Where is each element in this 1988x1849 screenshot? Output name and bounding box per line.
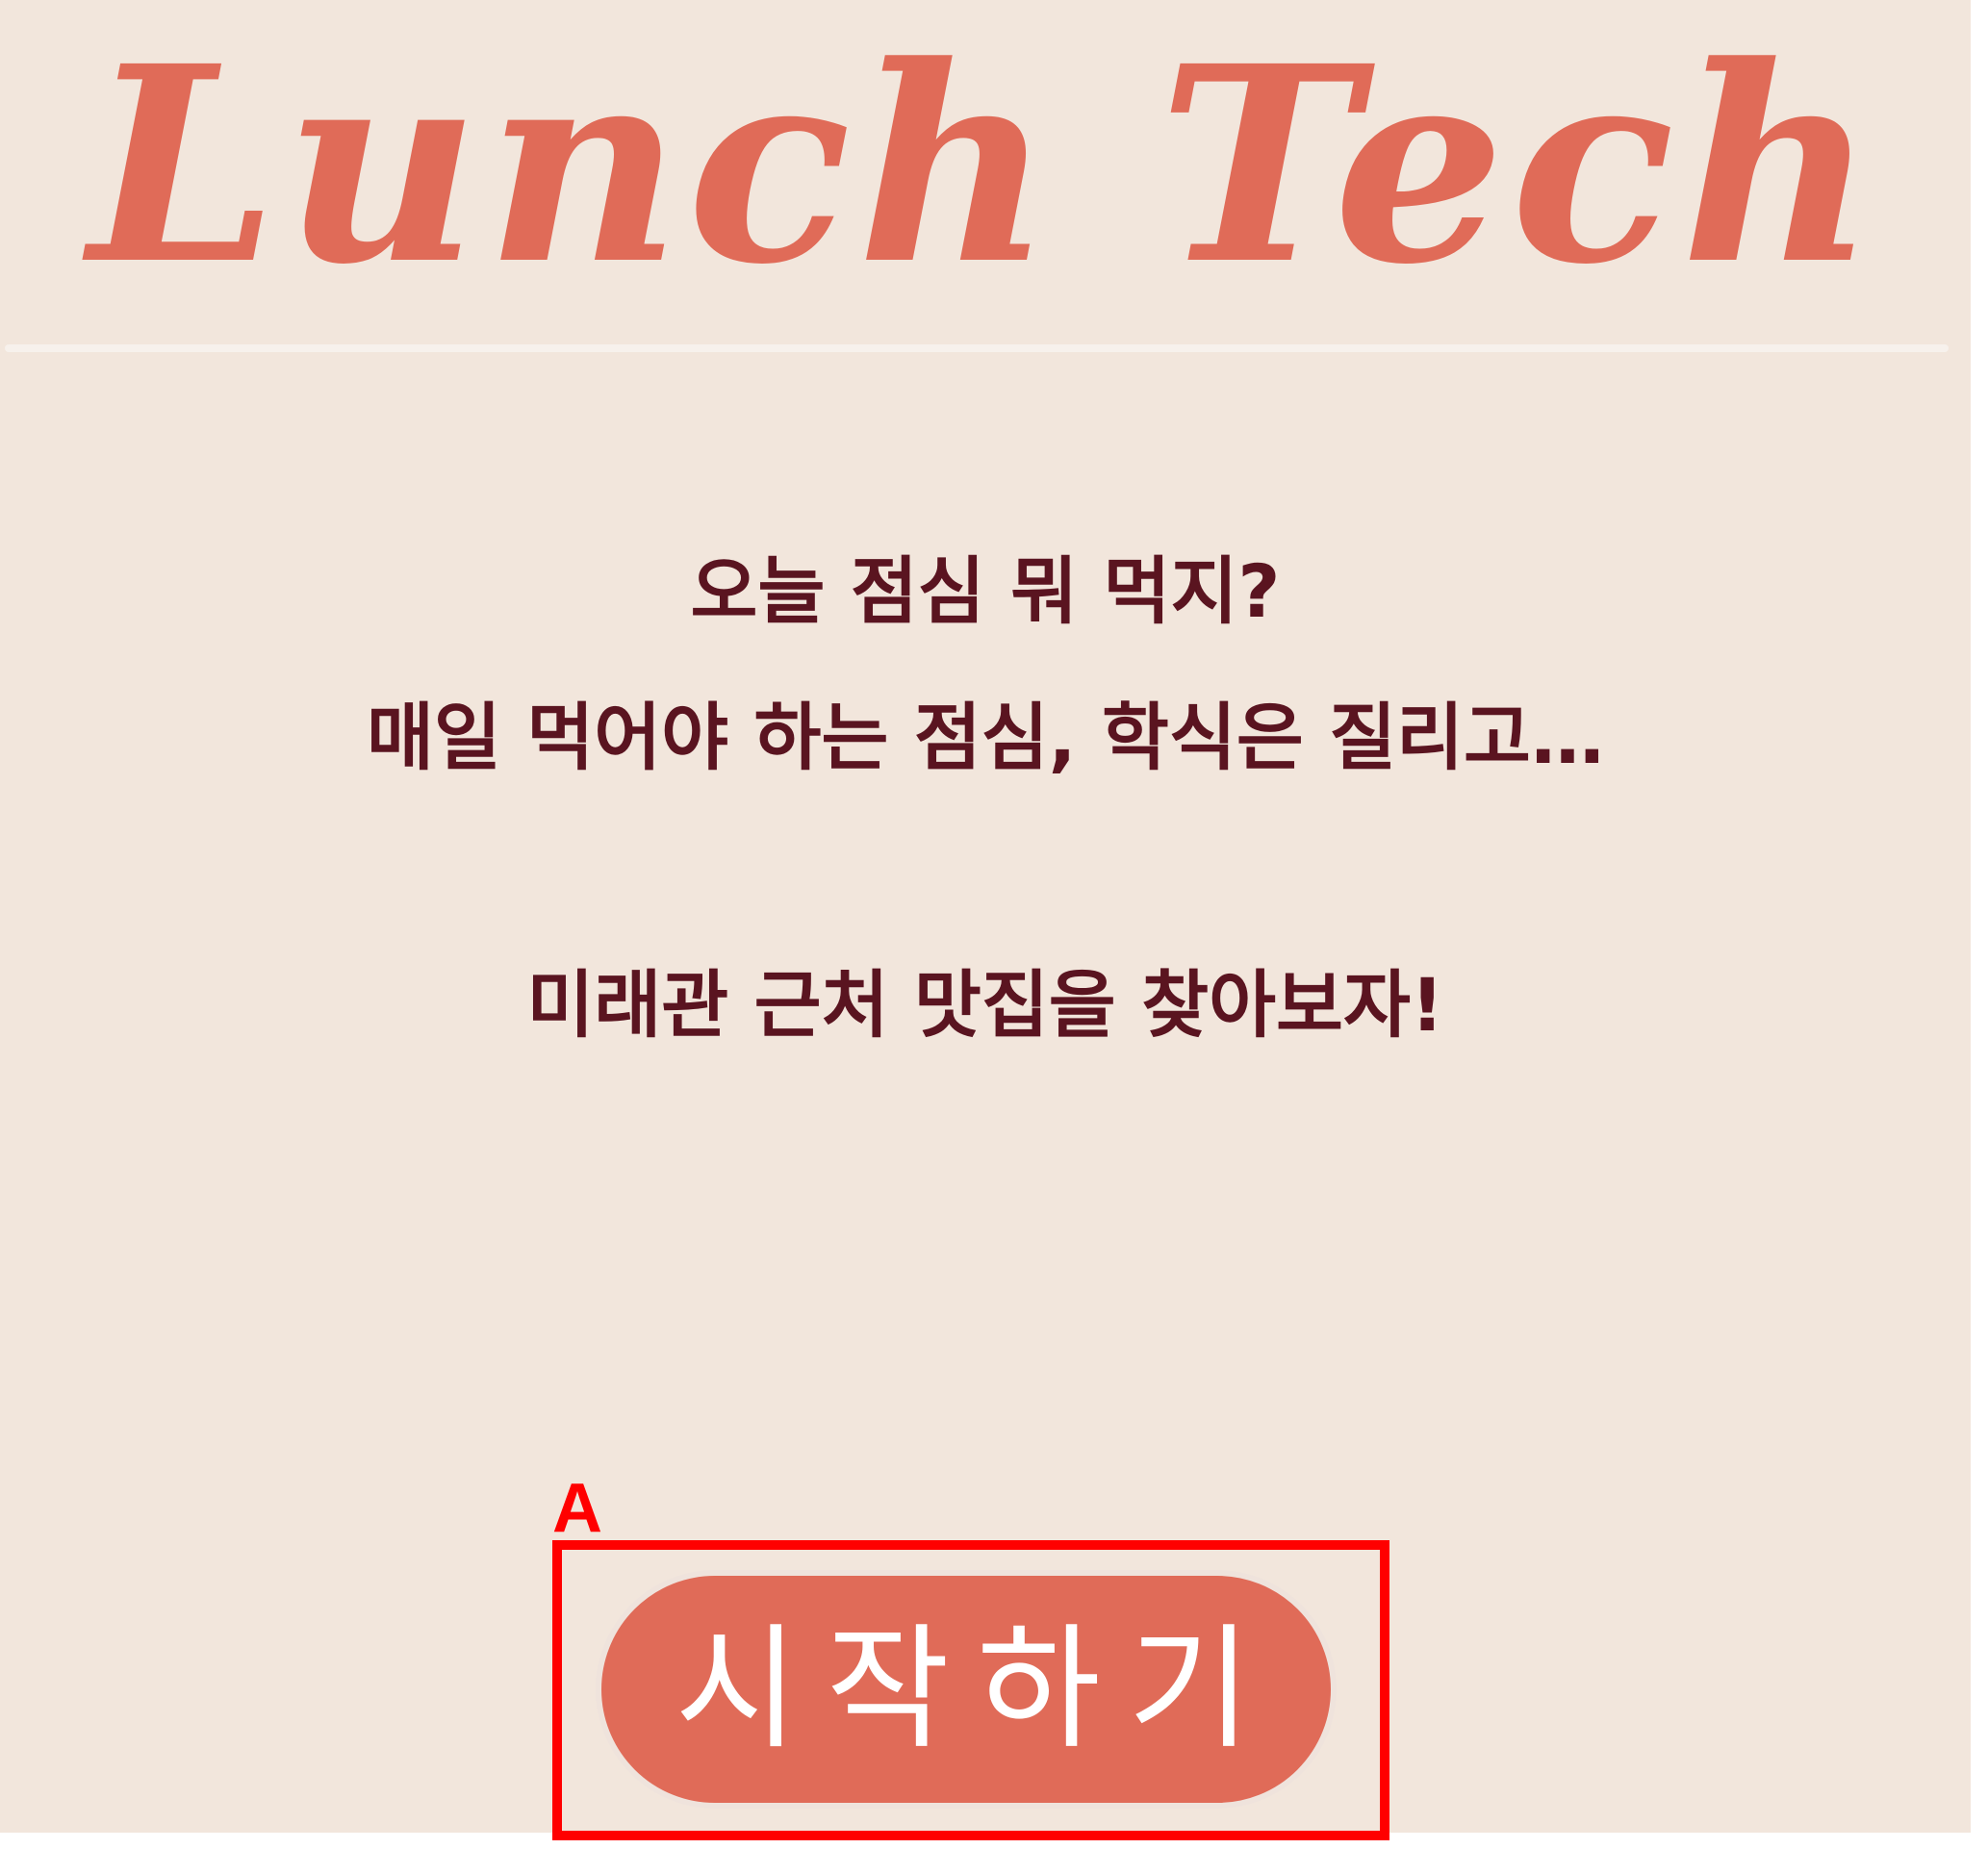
- annotation-label: A: [552, 1470, 602, 1547]
- app-logo: Lunch Tech: [88, 8, 1882, 324]
- header-divider: [5, 344, 1949, 352]
- intro-question: 오늘 점심 뭐 먹지?: [690, 548, 1281, 634]
- start-button[interactable]: 시작하기: [596, 1570, 1337, 1809]
- landing-screen: Lunch Tech 오늘 점심 뭐 먹지? 매일 먹어야 하는 점심, 학식은…: [0, 0, 1971, 1833]
- intro-call-to-action: 미래관 근처 맛집을 찾아보자!: [526, 962, 1444, 1048]
- intro-description: 매일 먹어야 하는 점심, 학식은 질리고…: [367, 695, 1604, 780]
